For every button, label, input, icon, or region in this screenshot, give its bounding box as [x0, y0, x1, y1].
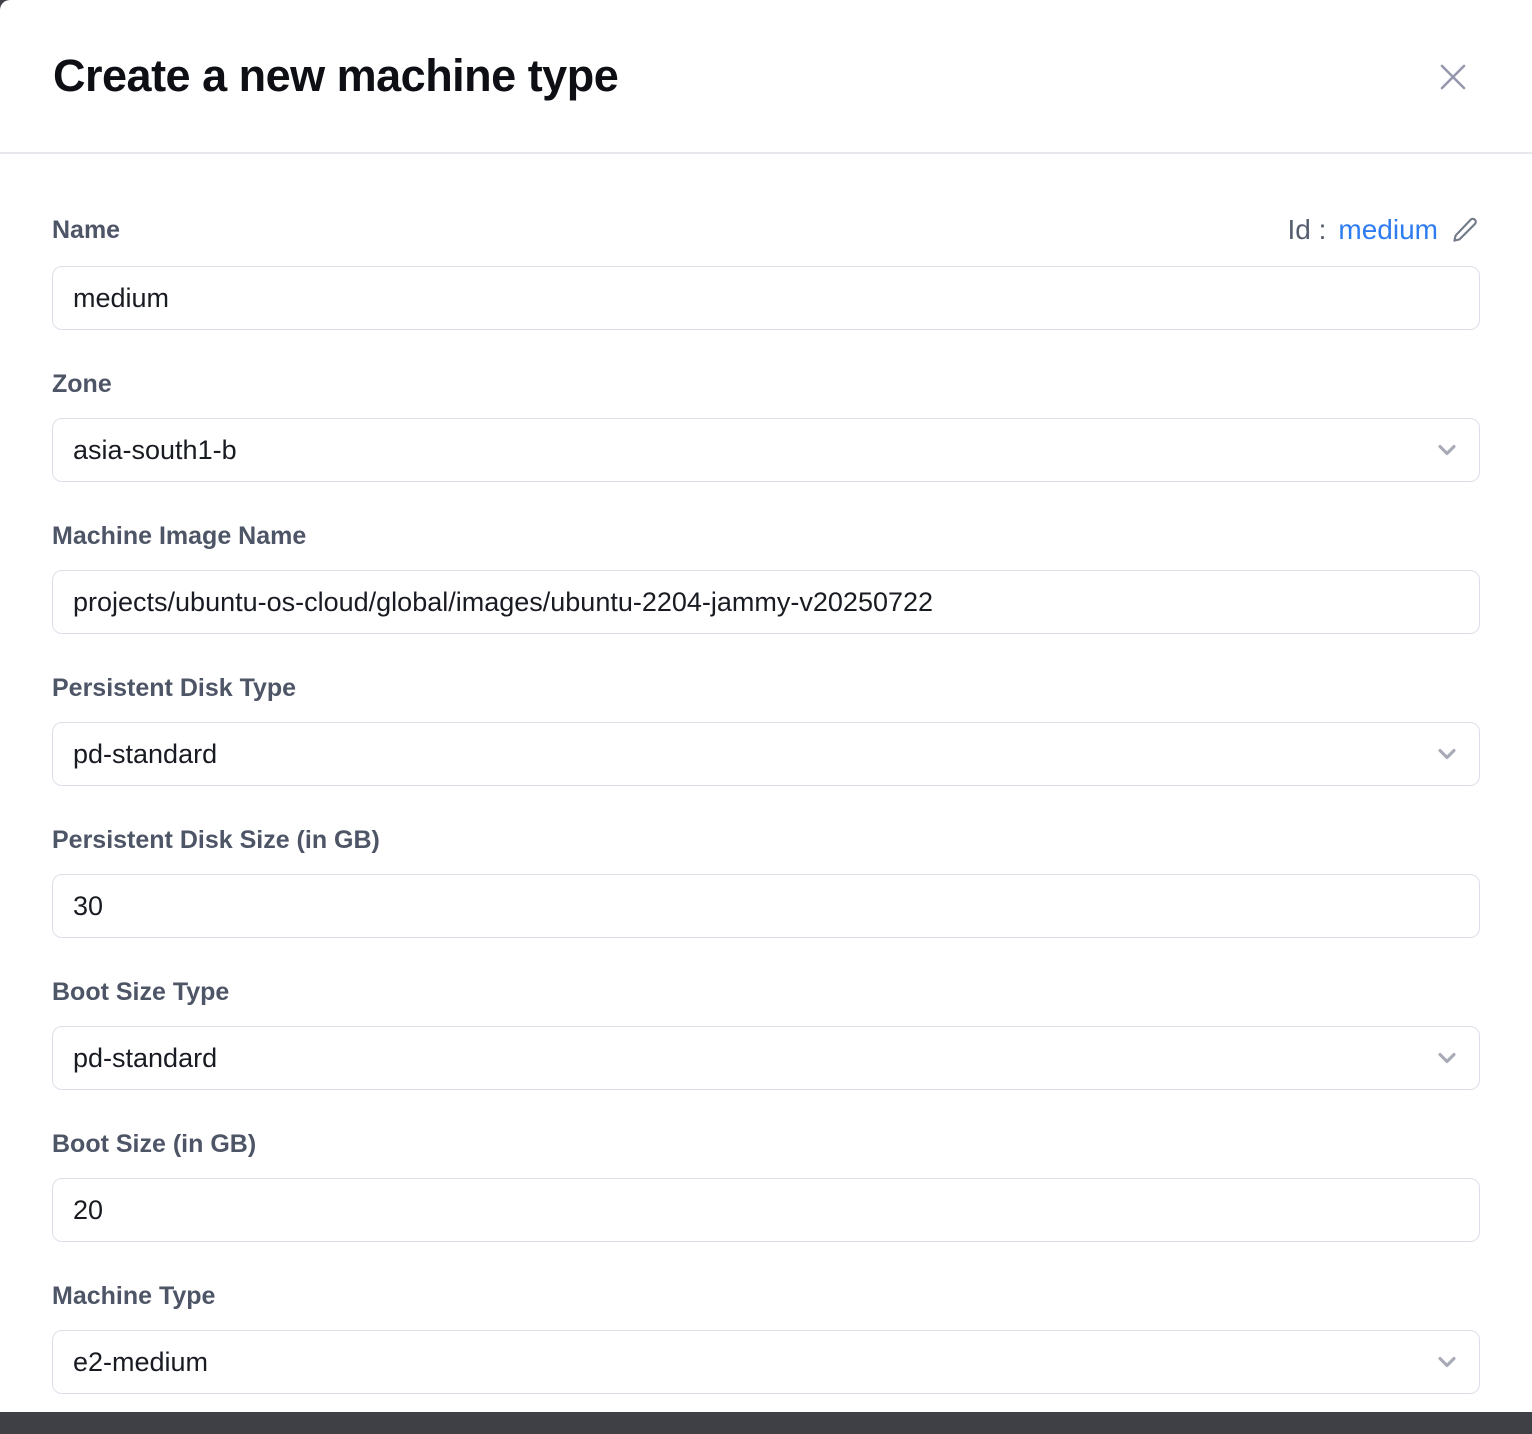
field-machine-image-name: Machine Image Name — [52, 522, 1480, 634]
persistent-disk-size-input[interactable] — [52, 874, 1480, 938]
close-icon — [1434, 58, 1472, 96]
chevron-down-icon — [1433, 1348, 1461, 1376]
boot-size-type-select[interactable]: pd-standard — [52, 1026, 1480, 1090]
persistent-disk-type-select[interactable]: pd-standard — [52, 722, 1480, 786]
zone-select[interactable]: asia-south1-b — [52, 418, 1480, 482]
zone-selected-value: asia-south1-b — [73, 435, 237, 466]
close-button[interactable] — [1432, 56, 1474, 98]
chevron-down-icon — [1433, 740, 1461, 768]
field-boot-size: Boot Size (in GB) — [52, 1130, 1480, 1242]
machine-type-select[interactable]: e2-medium — [52, 1330, 1480, 1394]
modal-title: Create a new machine type — [53, 50, 618, 102]
modal-header: Create a new machine type — [0, 0, 1532, 154]
persistent-disk-type-label: Persistent Disk Type — [52, 674, 1480, 702]
name-input[interactable] — [52, 266, 1480, 330]
persistent-disk-size-label: Persistent Disk Size (in GB) — [52, 826, 1480, 854]
machine-type-label: Machine Type — [52, 1282, 1480, 1310]
field-name: Name Id : medium — [52, 214, 1480, 330]
id-value: medium — [1338, 214, 1438, 246]
boot-size-input[interactable] — [52, 1178, 1480, 1242]
id-badge: Id : medium — [1287, 214, 1480, 246]
chevron-down-icon — [1433, 1044, 1461, 1072]
create-machine-type-modal: Create a new machine type Name Id : medi… — [0, 0, 1532, 1412]
boot-size-type-label: Boot Size Type — [52, 978, 1480, 1006]
field-persistent-disk-type: Persistent Disk Type pd-standard — [52, 674, 1480, 786]
machine-image-name-input[interactable] — [52, 570, 1480, 634]
id-prefix: Id : — [1287, 214, 1326, 246]
field-boot-size-type: Boot Size Type pd-standard — [52, 978, 1480, 1090]
zone-label: Zone — [52, 370, 1480, 398]
boot-size-label: Boot Size (in GB) — [52, 1130, 1480, 1158]
field-machine-type: Machine Type e2-medium — [52, 1282, 1480, 1394]
field-persistent-disk-size: Persistent Disk Size (in GB) — [52, 826, 1480, 938]
pencil-icon[interactable] — [1450, 215, 1480, 245]
name-label: Name — [52, 216, 120, 244]
machine-image-name-label: Machine Image Name — [52, 522, 1480, 550]
boot-size-type-selected-value: pd-standard — [73, 1043, 217, 1074]
chevron-down-icon — [1433, 436, 1461, 464]
machine-type-selected-value: e2-medium — [73, 1347, 208, 1378]
field-zone: Zone asia-south1-b — [52, 370, 1480, 482]
persistent-disk-type-selected-value: pd-standard — [73, 739, 217, 770]
modal-body: Name Id : medium Zone asia-south1-b — [0, 156, 1532, 1434]
